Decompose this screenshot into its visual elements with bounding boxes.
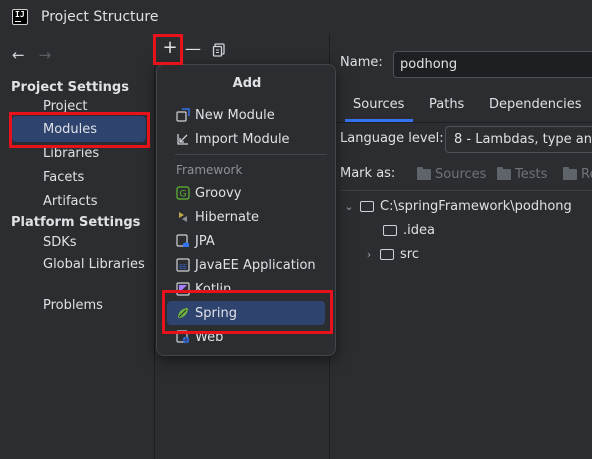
jpa-icon bbox=[176, 234, 190, 248]
tests-folder-icon bbox=[497, 167, 511, 180]
language-level-select[interactable]: 8 - Lambdas, type annotations etc. bbox=[445, 126, 592, 153]
nav-arrows: ← → bbox=[12, 46, 51, 64]
menu-item-label: JPA bbox=[195, 233, 215, 249]
javaee-icon: EE bbox=[176, 258, 190, 272]
kotlin-icon bbox=[176, 282, 190, 296]
folder-icon bbox=[380, 249, 394, 260]
mark-as-tests-label: Tests bbox=[515, 167, 548, 182]
intellij-logo-icon: IJ bbox=[12, 9, 28, 25]
chevron-down-icon[interactable]: ⌄ bbox=[344, 200, 354, 213]
tab-sources[interactable]: Sources bbox=[353, 97, 404, 112]
menu-separator bbox=[175, 154, 327, 155]
menu-item-label: Kotlin bbox=[195, 281, 232, 297]
menu-item-new-module[interactable]: New Module bbox=[167, 103, 325, 127]
resources-folder-icon bbox=[563, 167, 577, 180]
menu-item-label: Import Module bbox=[195, 131, 290, 147]
remove-button[interactable]: — bbox=[185, 39, 201, 59]
tree-root-label: C:\springFramework\podhong bbox=[380, 199, 572, 214]
groovy-icon: G bbox=[176, 186, 190, 200]
spring-leaf-icon bbox=[176, 306, 190, 320]
settings-sidebar bbox=[0, 34, 155, 459]
hibernate-icon bbox=[176, 210, 190, 224]
mark-as-sources-label: Sources bbox=[435, 167, 487, 182]
platform-settings-heading: Platform Settings bbox=[11, 215, 141, 230]
menu-item-javaee-application[interactable]: EE JavaEE Application bbox=[167, 253, 325, 277]
tabs-divider bbox=[331, 122, 592, 123]
window-title: Project Structure bbox=[41, 9, 159, 25]
mark-as-divider bbox=[340, 190, 592, 191]
svg-text:EE: EE bbox=[179, 264, 187, 271]
mark-as-sources-button[interactable]: Sources bbox=[417, 167, 486, 182]
sidebar-item-problems[interactable]: Problems bbox=[43, 298, 103, 313]
tree-row-src[interactable]: › src bbox=[364, 247, 419, 262]
import-module-icon bbox=[176, 132, 190, 146]
tree-row-idea[interactable]: .idea bbox=[383, 223, 435, 238]
project-settings-heading: Project Settings bbox=[11, 80, 129, 95]
menu-item-label: New Module bbox=[195, 107, 275, 123]
menu-item-jpa[interactable]: JPA bbox=[167, 229, 325, 253]
add-popup-menu: Add New Module Import Module Framework G… bbox=[156, 64, 336, 356]
copy-icon[interactable] bbox=[212, 43, 226, 57]
sidebar-item-sdks[interactable]: SDKs bbox=[43, 235, 77, 250]
menu-item-spring[interactable]: Spring bbox=[167, 301, 325, 325]
menu-item-label: JavaEE Application bbox=[195, 257, 316, 273]
folder-icon bbox=[383, 225, 397, 236]
chevron-right-icon[interactable]: › bbox=[364, 248, 374, 261]
language-level-label: Language level: bbox=[340, 131, 444, 146]
menu-item-label: Hibernate bbox=[195, 209, 260, 225]
menu-item-groovy[interactable]: G Groovy bbox=[167, 181, 325, 205]
sidebar-item-libraries[interactable]: Libraries bbox=[43, 146, 99, 161]
title-bar: IJ Project Structure bbox=[0, 0, 592, 34]
name-label: Name: bbox=[340, 55, 383, 70]
menu-item-label: Web bbox=[195, 329, 224, 345]
sidebar-item-modules[interactable]: Modules bbox=[43, 122, 97, 137]
sources-folder-icon bbox=[417, 167, 431, 180]
menu-item-label: Groovy bbox=[195, 185, 242, 201]
mark-as-resources-label: Re bbox=[581, 167, 592, 182]
menu-item-label: Spring bbox=[195, 305, 237, 321]
tree-item-label: .idea bbox=[403, 223, 435, 238]
tree-row-root[interactable]: ⌄ C:\springFramework\podhong bbox=[344, 199, 572, 214]
sidebar-item-artifacts[interactable]: Artifacts bbox=[43, 194, 98, 209]
mark-as-resources-button[interactable]: Re bbox=[563, 167, 592, 182]
tab-paths[interactable]: Paths bbox=[429, 97, 464, 112]
menu-item-kotlin[interactable]: Kotlin bbox=[167, 277, 325, 301]
menu-item-hibernate[interactable]: Hibernate bbox=[167, 205, 325, 229]
sidebar-item-project[interactable]: Project bbox=[43, 99, 87, 114]
back-arrow-icon[interactable]: ← bbox=[12, 46, 25, 64]
tab-dependencies[interactable]: Dependencies bbox=[489, 97, 582, 112]
mark-as-label: Mark as: bbox=[340, 166, 396, 181]
sidebar-item-global-libraries[interactable]: Global Libraries bbox=[43, 257, 145, 272]
menu-item-import-module[interactable]: Import Module bbox=[167, 127, 325, 151]
framework-group-label: Framework bbox=[176, 163, 243, 177]
folder-icon bbox=[360, 201, 374, 212]
web-icon bbox=[176, 330, 190, 344]
forward-arrow-icon[interactable]: → bbox=[39, 46, 52, 64]
module-name-input[interactable] bbox=[393, 51, 592, 78]
tree-item-label: src bbox=[400, 247, 419, 262]
new-module-icon bbox=[176, 108, 190, 122]
popup-title: Add bbox=[232, 76, 262, 91]
add-button[interactable]: + bbox=[160, 39, 180, 59]
sidebar-item-facets[interactable]: Facets bbox=[43, 170, 84, 185]
svg-text:G: G bbox=[180, 190, 187, 200]
mark-as-tests-button[interactable]: Tests bbox=[497, 167, 547, 182]
menu-item-web[interactable]: Web bbox=[167, 325, 325, 349]
